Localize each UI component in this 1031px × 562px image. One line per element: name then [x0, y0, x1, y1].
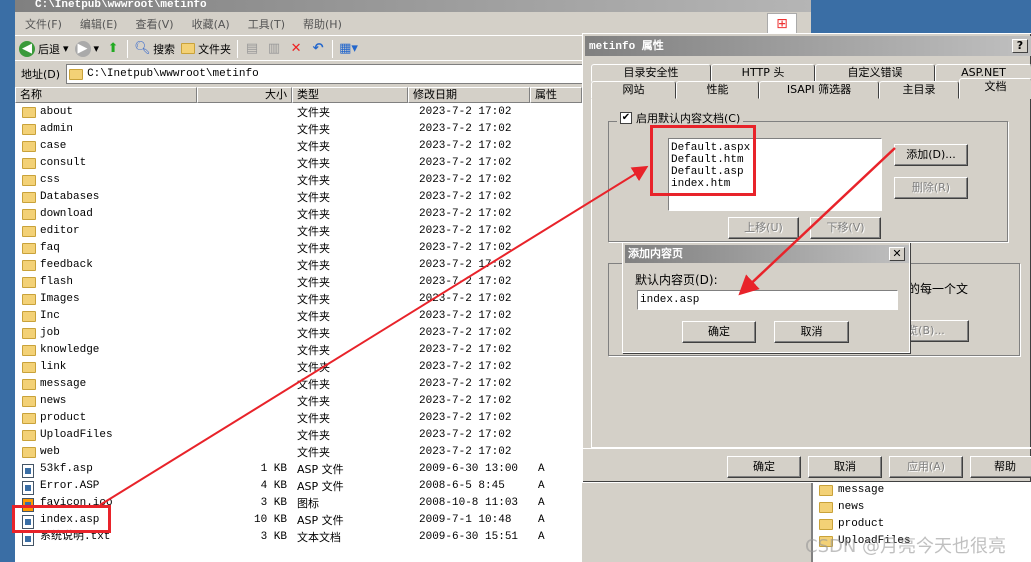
arrow-to-input — [738, 147, 896, 296]
tab-row2-4[interactable]: 文档 — [959, 78, 1031, 99]
arrow-to-doc-list — [99, 165, 649, 506]
annotation-arrows — [99, 147, 896, 506]
watermark: CSDN @月亮今天也很亮 — [805, 536, 1007, 557]
